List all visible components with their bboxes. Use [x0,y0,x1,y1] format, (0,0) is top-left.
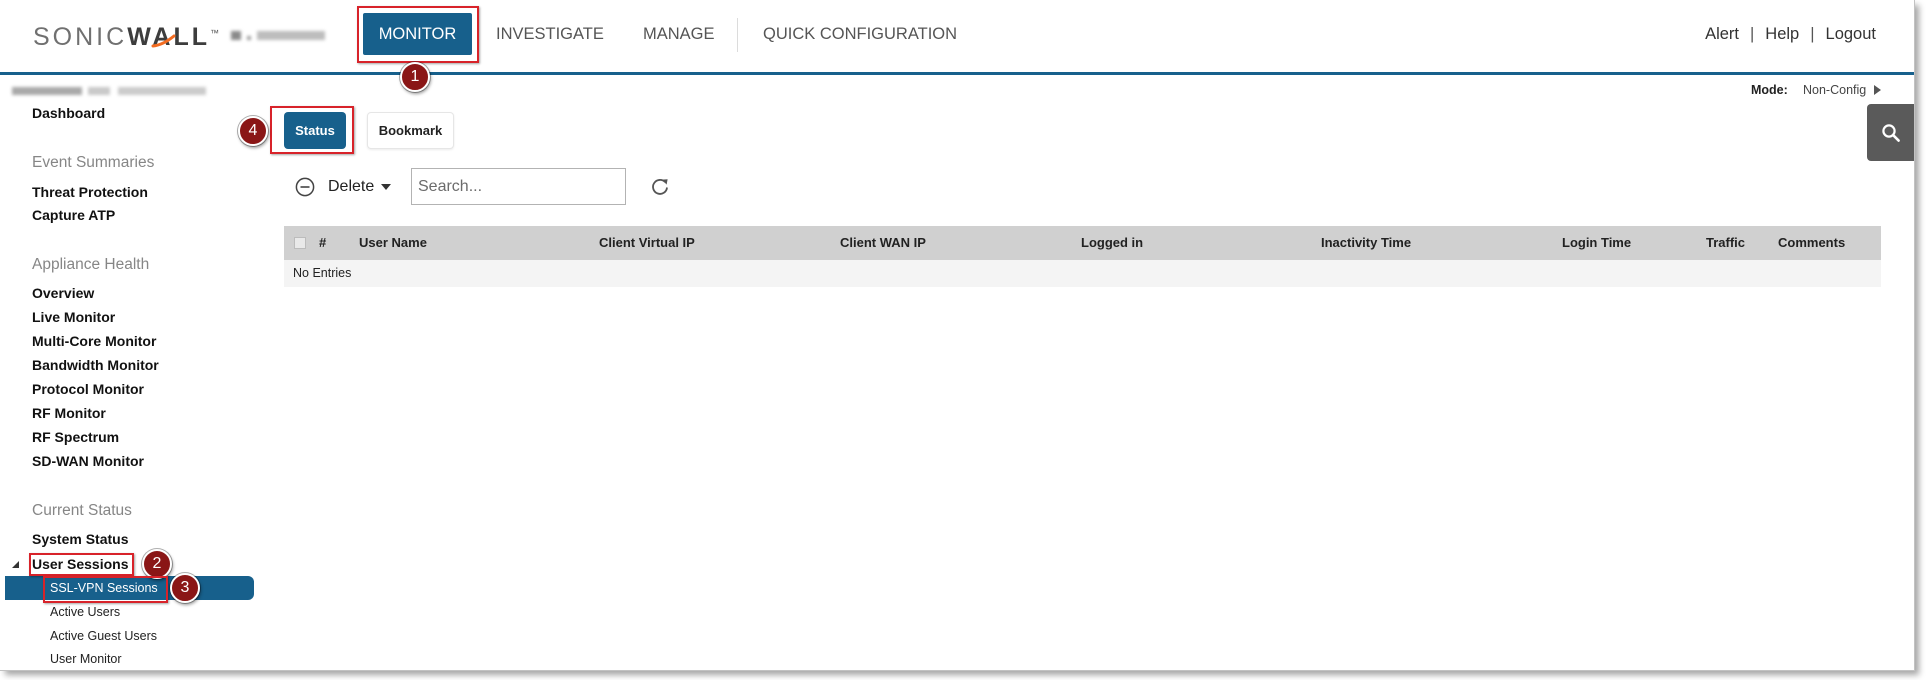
sidebar-item-threat-protection[interactable]: Threat Protection [32,180,148,204]
sidebar-item-multi-core-monitor[interactable]: Multi-Core Monitor [32,329,156,353]
delete-label: Delete [328,178,375,195]
sidebar-item-ssl-vpn-sessions[interactable]: SSL-VPN Sessions [5,576,254,600]
column-header-traffic[interactable]: Traffic [1706,226,1745,260]
column-header-user-name[interactable]: User Name [359,226,427,260]
column-header-client-wan-ip[interactable]: Client WAN IP [840,226,926,260]
search-input[interactable] [411,168,626,205]
table-empty-row: No Entries [284,260,1881,287]
nav-quick-configuration[interactable]: QUICK CONFIGURATION [763,13,957,55]
sidebar-item-label: SSL-VPN Sessions [50,581,158,595]
sidebar-item-capture-atp[interactable]: Capture ATP [32,203,115,227]
sidebar-item-user-sessions[interactable]: User Sessions [32,552,129,576]
column-header-comments[interactable]: Comments [1778,226,1845,260]
nav-monitor[interactable]: MONITOR [363,13,472,55]
nav-manage[interactable]: MANAGE [643,13,715,55]
column-header-index[interactable]: # [319,226,326,260]
mode-value[interactable]: Non-Config [1803,82,1866,98]
column-header-logged-in[interactable]: Logged in [1081,226,1143,260]
caret-down-icon [381,184,391,190]
alert-link[interactable]: Alert [1705,25,1739,43]
mode-label: Mode: [1751,83,1788,97]
sidebar-item-active-users[interactable]: Active Users [50,600,120,624]
sidebar-item-sd-wan-monitor[interactable]: SD-WAN Monitor [32,449,144,473]
sidebar-item-active-guest-users[interactable]: Active Guest Users [50,624,157,648]
link-separator: | [1810,25,1815,43]
triangle-right-icon[interactable] [1874,85,1881,95]
search-icon [1881,123,1900,142]
sidebar-heading-event-summaries: Event Summaries [32,154,155,171]
expanded-triangle-icon[interactable] [12,561,19,568]
column-header-login-time[interactable]: Login Time [1562,226,1631,260]
refresh-icon[interactable] [650,177,670,197]
select-all-checkbox[interactable] [294,237,306,249]
nav-divider [737,18,738,52]
sidebar-heading-appliance-health: Appliance Health [32,256,150,273]
sidebar-item-rf-monitor[interactable]: RF Monitor [32,401,106,425]
header-divider-line [0,72,1914,75]
sidebar-heading-current-status: Current Status [32,502,132,519]
tab-status[interactable]: Status [284,112,346,149]
column-header-client-virtual-ip[interactable]: Client Virtual IP [599,226,695,260]
sidebar-item-bandwidth-monitor[interactable]: Bandwidth Monitor [32,353,159,377]
table-header: # User Name Client Virtual IP Client WAN… [284,226,1881,260]
minus-circle-icon [295,177,315,197]
help-link[interactable]: Help [1765,25,1799,43]
logout-link[interactable]: Logout [1826,25,1876,43]
sidebar-item-system-status[interactable]: System Status [32,527,128,551]
nav-investigate[interactable]: INVESTIGATE [496,13,604,55]
app-window: SONICWALL™ MONITOR INVESTIGATE MANAGE QU… [0,0,1915,671]
sidebar-item-overview[interactable]: Overview [32,281,94,305]
sidebar-item-protocol-monitor[interactable]: Protocol Monitor [32,377,144,401]
sidebar-item-rf-spectrum[interactable]: RF Spectrum [32,425,119,449]
sidebar-item-user-monitor[interactable]: User Monitor [50,647,122,669]
sidebar-item-dashboard[interactable]: Dashboard [32,101,105,125]
global-search-button[interactable] [1867,104,1914,161]
sidebar-device-redacted [12,85,208,97]
header-links: Alert | Help | Logout [1705,13,1876,55]
link-separator: | [1750,25,1755,43]
annotation-badge-1: 1 [400,62,430,92]
column-header-inactivity-time[interactable]: Inactivity Time [1321,226,1411,260]
sidebar-item-live-monitor[interactable]: Live Monitor [32,305,115,329]
tab-bookmark[interactable]: Bookmark [367,112,454,149]
sidebar: Dashboard Event Summaries Threat Protect… [0,0,262,670]
empty-table-message: No Entries [293,266,352,280]
delete-dropdown-button[interactable]: Delete [293,174,393,200]
